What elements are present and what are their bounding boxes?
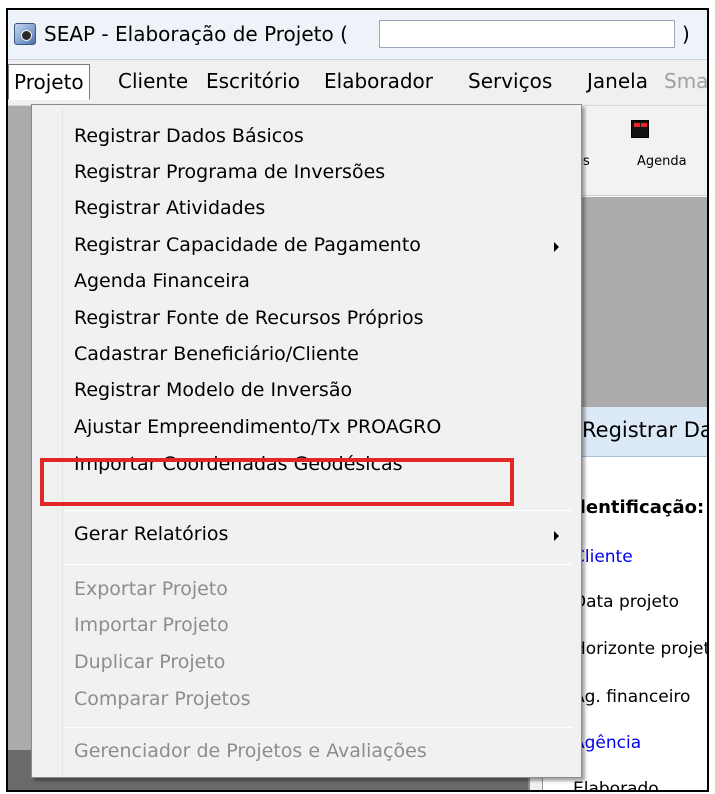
menu-item-comparar-projetos[interactable]: Comparar Projetos — [74, 688, 251, 710]
ag-financeiro-label: Ag. financeiro — [573, 687, 691, 707]
menu-item-registrar-capacidade-pagamento[interactable]: Registrar Capacidade de Pagamento — [74, 234, 421, 256]
menu-item-ajustar-empreendimento[interactable]: Ajustar Empreendimento/Tx PROAGRO — [74, 416, 441, 438]
form-title: Registrar Dad — [582, 418, 707, 442]
menu-bar: Projeto Cliente Escritório Elaborador Se… — [8, 60, 707, 106]
toolbar-label-agenda[interactable]: Agenda — [637, 154, 687, 169]
menu-item-gerenciador-projetos[interactable]: Gerenciador de Projetos e Avaliações — [74, 740, 427, 762]
menu-item-importar-projeto[interactable]: Importar Projeto — [74, 614, 229, 636]
menu-elaborador[interactable]: Elaborador — [324, 69, 433, 93]
menu-item-agenda-financeira[interactable]: Agenda Financeira — [74, 270, 250, 292]
window-title: SEAP - Elaboração de Projeto ( — [44, 22, 348, 46]
menu-separator — [64, 564, 572, 565]
menu-sma[interactable]: Sma — [664, 69, 707, 93]
menu-separator — [64, 727, 572, 728]
menu-item-cadastrar-beneficiario[interactable]: Cadastrar Beneficiário/Cliente — [74, 343, 359, 365]
horizonte-projeto-label: Horizonte projeto — [573, 639, 709, 659]
menu-item-registrar-dados-basicos[interactable]: Registrar Dados Básicos — [74, 125, 304, 147]
agenda-calendar-icon[interactable] — [631, 120, 649, 138]
menu-item-duplicar-projeto[interactable]: Duplicar Projeto — [74, 651, 225, 673]
menu-separator — [64, 510, 572, 511]
menu-item-registrar-programa-inversoes[interactable]: Registrar Programa de Inversões — [74, 161, 385, 183]
menu-servicos[interactable]: Serviços — [468, 69, 552, 93]
menu-janela[interactable]: Janela — [587, 69, 648, 93]
menu-item-exportar-projeto[interactable]: Exportar Projeto — [74, 578, 228, 600]
menu-item-registrar-fonte-recursos[interactable]: Registrar Fonte de Recursos Próprios — [74, 307, 424, 329]
menu-item-gerar-relatorios[interactable]: Gerar Relatórios — [74, 523, 228, 545]
data-projeto-label: Data projeto — [573, 592, 680, 612]
submenu-arrow-icon — [554, 531, 559, 541]
app-logo-icon — [14, 23, 36, 45]
menu-item-registrar-modelo-inversao[interactable]: Registrar Modelo de Inversão — [74, 379, 352, 401]
menu-escritorio[interactable]: Escritório — [206, 69, 300, 93]
window-title-close-paren: ) — [682, 22, 690, 46]
agencia-link[interactable]: Agência — [573, 733, 641, 753]
menu-projeto[interactable]: Projeto — [8, 64, 90, 100]
highlight-annotation — [40, 458, 514, 506]
title-bar: SEAP - Elaboração de Projeto ( ) — [8, 10, 707, 60]
menu-cliente[interactable]: Cliente — [118, 69, 188, 93]
menu-item-registrar-atividades[interactable]: Registrar Atividades — [74, 197, 265, 219]
submenu-arrow-icon — [554, 242, 559, 252]
elaborado-label: Elaborado — [573, 779, 659, 792]
title-project-name-field — [379, 20, 675, 48]
projeto-dropdown-menu: Registrar Dados Básicos Registrar Progra… — [31, 104, 582, 778]
identificacao-heading: dentificação: — [573, 497, 705, 518]
app-window: SEAP - Elaboração de Projeto ( ) Projeto… — [6, 8, 709, 792]
